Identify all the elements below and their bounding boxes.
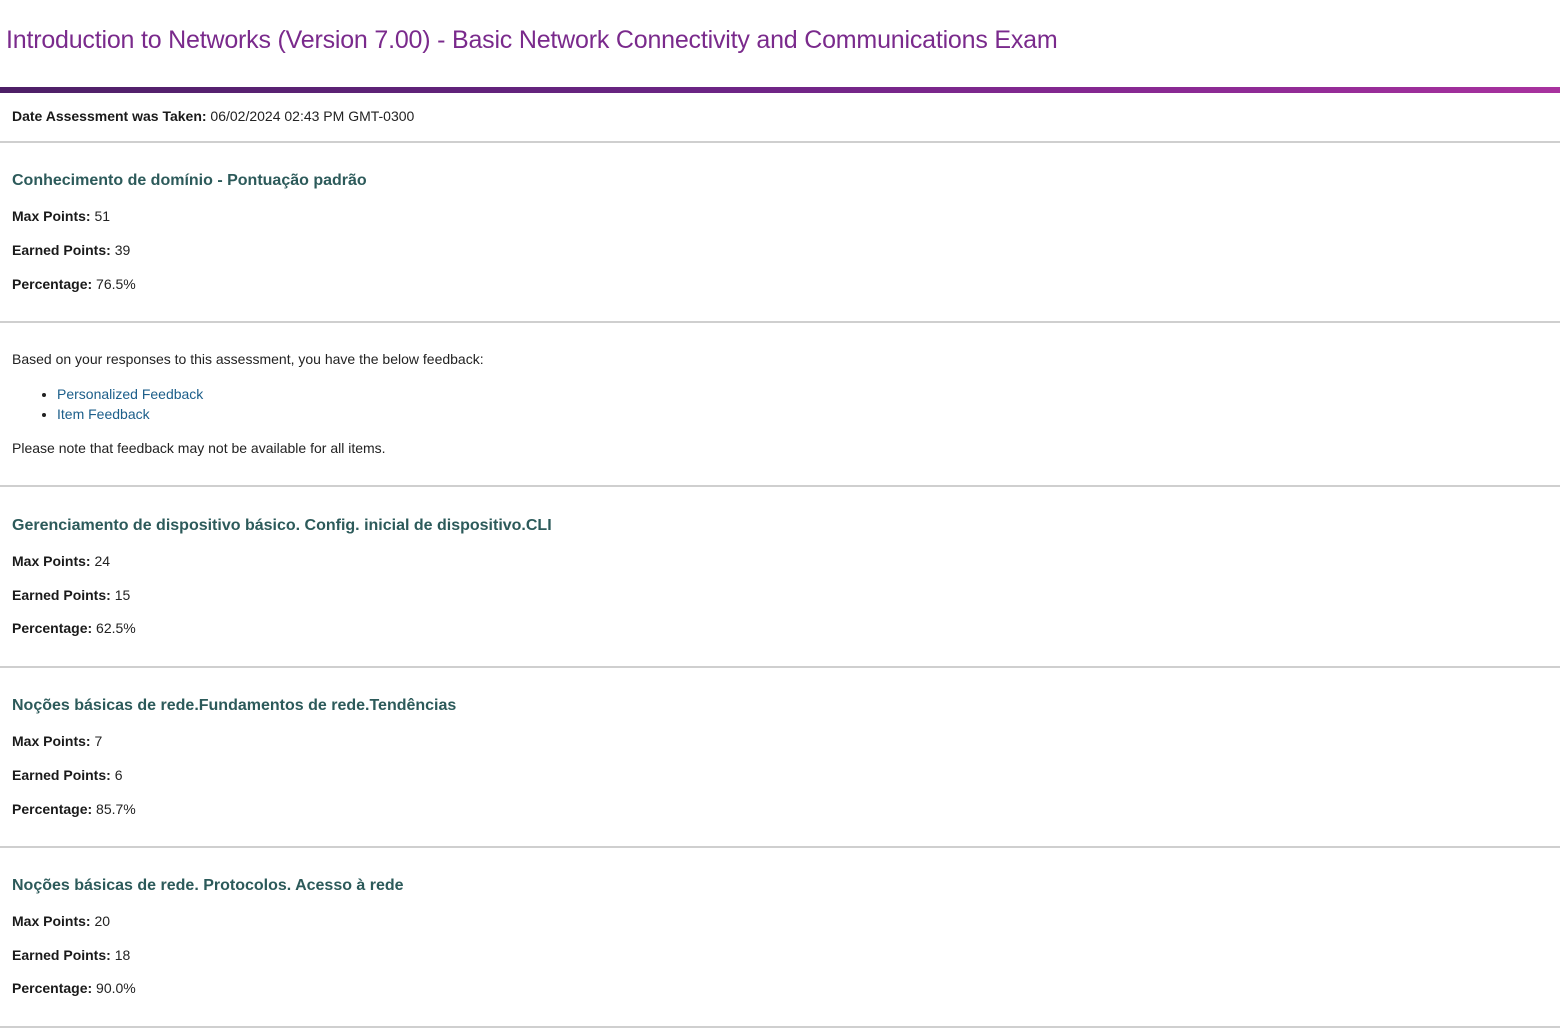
percentage: Percentage: 76.5% <box>12 276 136 293</box>
assessment-date-section: Date Assessment was Taken: 06/02/2024 02… <box>0 93 1560 143</box>
score-section-domain-knowledge: Conhecimento de domínio - Pontuação padr… <box>0 143 1560 323</box>
earned-points-label: Earned Points: <box>12 242 111 258</box>
max-points-value: 7 <box>94 733 103 749</box>
item-feedback-link[interactable]: Item Feedback <box>57 406 150 422</box>
score-section-network-protocols: Noções básicas de rede. Protocolos. Aces… <box>0 848 1560 1028</box>
max-points: Max Points: 24 <box>12 553 110 570</box>
percentage-label: Percentage: <box>12 801 93 817</box>
percentage: Percentage: 85.7% <box>12 801 136 818</box>
earned-points-label: Earned Points: <box>12 767 111 783</box>
score-section-device-management: Gerenciamento de dispositivo básico. Con… <box>0 487 1560 668</box>
percentage: Percentage: 90.0% <box>12 980 136 997</box>
max-points: Max Points: 20 <box>12 913 110 930</box>
page-title: Introduction to Networks (Version 7.00) … <box>6 26 1058 54</box>
earned-points-label: Earned Points: <box>12 587 111 603</box>
list-item: Item Feedback <box>57 404 203 424</box>
earned-points: Earned Points: 18 <box>12 947 130 964</box>
earned-points-value: 15 <box>114 587 131 603</box>
max-points-label: Max Points: <box>12 733 91 749</box>
percentage: Percentage: 62.5% <box>12 620 136 637</box>
assessment-date-label: Date Assessment was Taken: <box>12 108 207 124</box>
max-points-label: Max Points: <box>12 553 91 569</box>
page-header: Introduction to Networks (Version 7.00) … <box>0 0 1560 87</box>
percentage-label: Percentage: <box>12 276 93 292</box>
percentage-value: 90.0% <box>96 980 136 996</box>
personalized-feedback-link[interactable]: Personalized Feedback <box>57 386 203 402</box>
max-points-value: 24 <box>94 553 111 569</box>
percentage-label: Percentage: <box>12 620 93 636</box>
earned-points-value: 6 <box>114 767 123 783</box>
feedback-note: Please note that feedback may not be ava… <box>12 440 386 456</box>
list-item: Personalized Feedback <box>57 384 203 404</box>
percentage-value: 76.5% <box>96 276 136 292</box>
max-points: Max Points: 7 <box>12 733 102 750</box>
feedback-links-list: Personalized Feedback Item Feedback <box>12 384 203 424</box>
assessment-date: Date Assessment was Taken: 06/02/2024 02… <box>12 108 414 125</box>
score-section-title: Noções básicas de rede.Fundamentos de re… <box>12 697 457 714</box>
percentage-value: 62.5% <box>96 620 136 636</box>
max-points-label: Max Points: <box>12 913 91 929</box>
feedback-intro: Based on your responses to this assessme… <box>12 351 484 367</box>
percentage-value: 85.7% <box>96 801 136 817</box>
max-points: Max Points: 51 <box>12 208 110 225</box>
max-points-value: 51 <box>94 208 111 224</box>
score-section-title: Gerenciamento de dispositivo básico. Con… <box>12 517 552 534</box>
earned-points: Earned Points: 15 <box>12 587 130 604</box>
earned-points: Earned Points: 39 <box>12 242 130 259</box>
score-section-network-fundamentals: Noções básicas de rede.Fundamentos de re… <box>0 668 1560 848</box>
feedback-section: Based on your responses to this assessme… <box>0 323 1560 487</box>
assessment-date-value: 06/02/2024 02:43 PM GMT-0300 <box>210 108 415 124</box>
earned-points-value: 39 <box>114 242 131 258</box>
percentage-label: Percentage: <box>12 980 93 996</box>
max-points-value: 20 <box>94 913 111 929</box>
score-section-title: Noções básicas de rede. Protocolos. Aces… <box>12 877 404 894</box>
earned-points-label: Earned Points: <box>12 947 111 963</box>
score-section-title: Conhecimento de domínio - Pontuação padr… <box>12 172 367 189</box>
earned-points-value: 18 <box>114 947 131 963</box>
max-points-label: Max Points: <box>12 208 91 224</box>
earned-points: Earned Points: 6 <box>12 767 122 784</box>
